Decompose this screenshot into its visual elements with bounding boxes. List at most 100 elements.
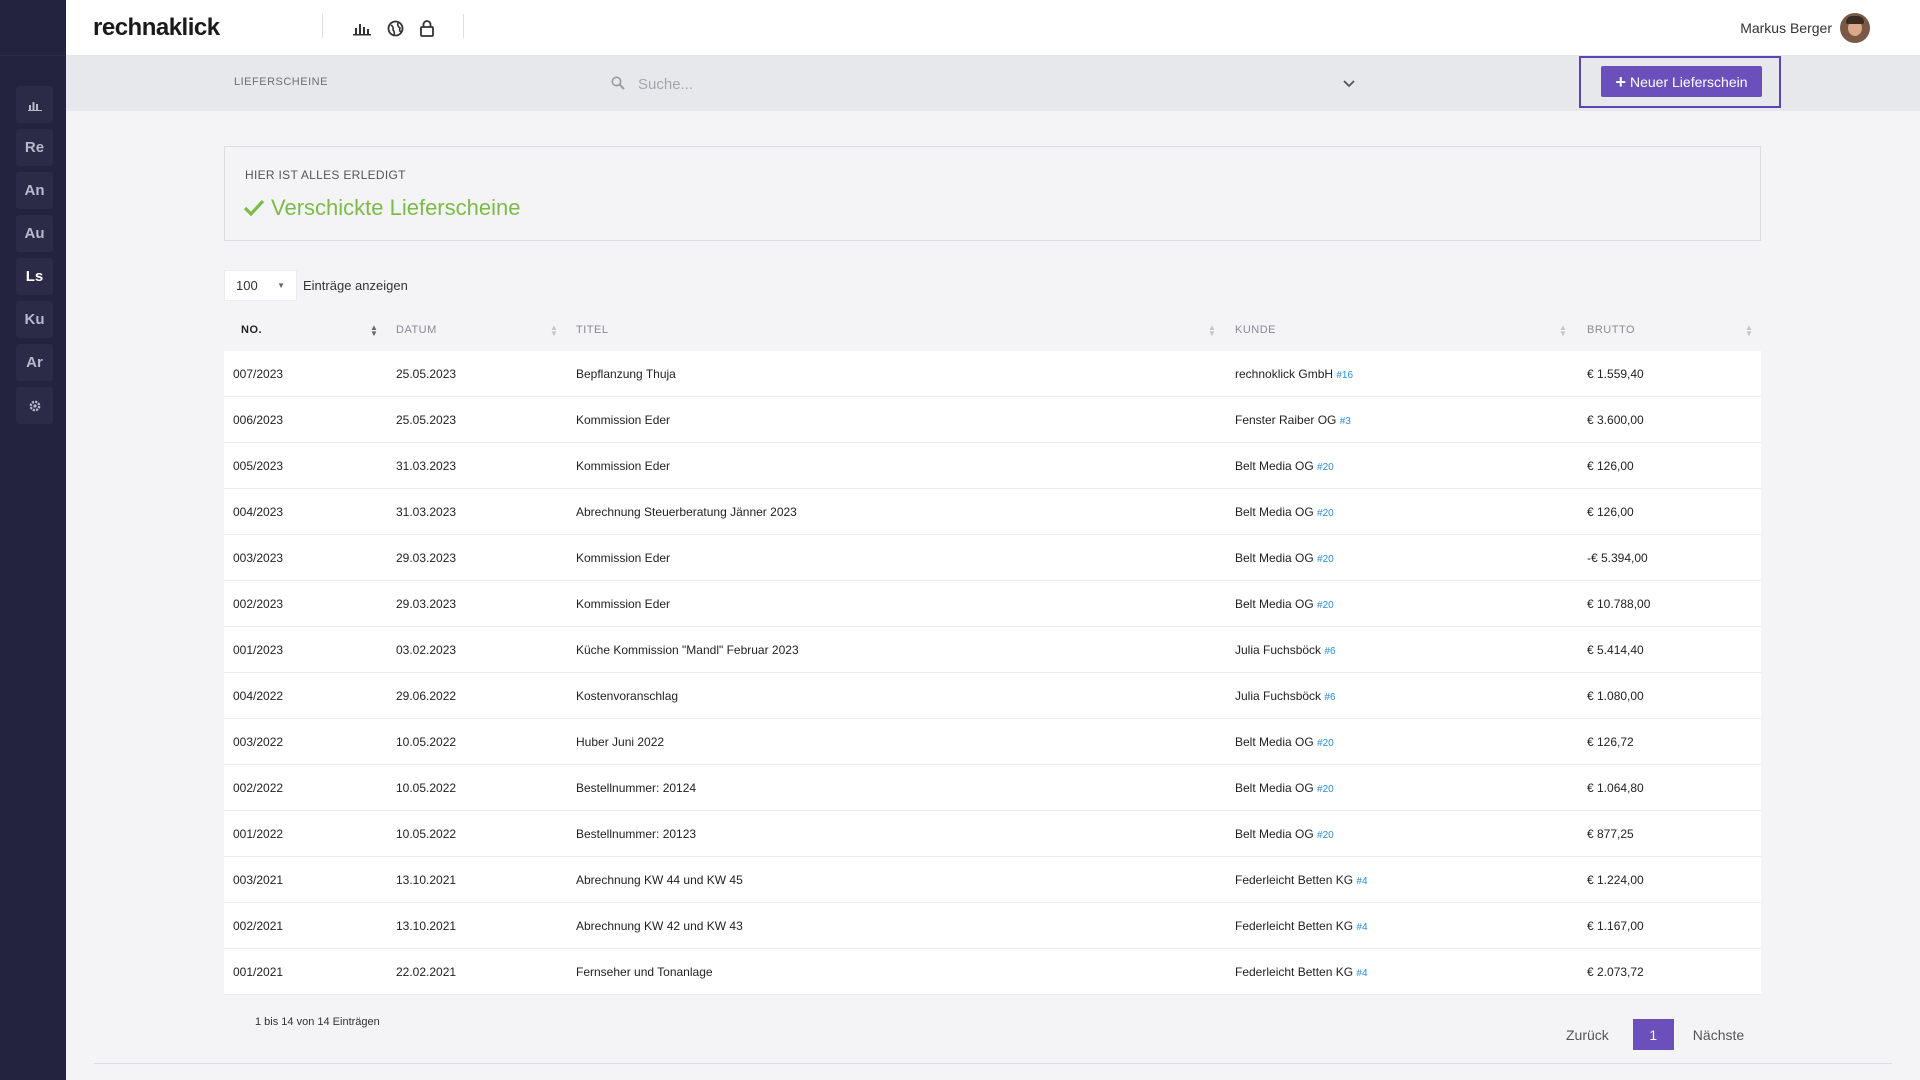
customer-id-link[interactable]: #20 bbox=[1317, 508, 1334, 519]
cell-brutto: € 1.080,00 bbox=[1587, 689, 1644, 703]
sort-icon[interactable]: ▲ ▼ bbox=[1559, 324, 1567, 338]
header-no[interactable]: NO. bbox=[241, 324, 262, 336]
cell-no: 001/2023 bbox=[233, 643, 283, 657]
cell-brutto: € 126,00 bbox=[1587, 505, 1634, 519]
cell-titel: Abrechnung KW 42 und KW 43 bbox=[576, 919, 743, 933]
rail-dashboard-chart-icon[interactable] bbox=[16, 86, 53, 123]
cell-titel-text: Huber Juni 2022 bbox=[576, 735, 665, 749]
user-name[interactable]: Markus Berger bbox=[1740, 20, 1832, 36]
table-row[interactable]: 005/2023 31.03.2023 Kommission Eder Belt Me… bbox=[224, 443, 1761, 489]
entries-label: Einträge anzeigen bbox=[303, 278, 408, 293]
customer-id-link[interactable]: #20 bbox=[1317, 600, 1334, 611]
cell-no-text: 004/2023 bbox=[233, 505, 284, 519]
sort-icon[interactable]: ▲ ▼ bbox=[370, 324, 378, 338]
customer-id-link[interactable]: #3 bbox=[1340, 416, 1351, 427]
cell-kunde-text: Federleicht Betten KG bbox=[1235, 873, 1354, 887]
rail-item-kunden[interactable]: Ku bbox=[16, 301, 53, 338]
cell-no: 003/2023 bbox=[233, 551, 283, 565]
cell-datum-text: 03.02.2023 bbox=[396, 643, 457, 657]
cell-kunde: Belt Media OG #20 bbox=[1235, 827, 1334, 841]
lock-icon[interactable] bbox=[416, 17, 438, 39]
cell-no: 004/2022 bbox=[233, 689, 283, 703]
globe-icon[interactable] bbox=[384, 17, 406, 39]
header-brutto[interactable]: BRUTTO bbox=[1587, 324, 1635, 336]
sort-icon[interactable]: ▲ ▼ bbox=[550, 324, 558, 338]
customer-id-link[interactable]: #16 bbox=[1336, 370, 1353, 381]
cell-no-text: 001/2023 bbox=[233, 643, 284, 657]
cell-brutto-text: € 1.080,00 bbox=[1587, 689, 1644, 703]
table-row[interactable]: 006/2023 25.05.2023 Kommission Eder Fenster… bbox=[224, 397, 1761, 443]
rail-item-auftraege[interactable]: Au bbox=[16, 215, 53, 252]
customer-id-link[interactable]: #6 bbox=[1324, 692, 1335, 703]
cell-brutto: € 126,72 bbox=[1587, 735, 1634, 749]
table-row[interactable]: 004/2022 29.06.2022 Kostenvoranschlag Julia… bbox=[224, 673, 1761, 719]
sort-icon[interactable]: ▲ ▼ bbox=[1208, 324, 1216, 338]
customer-id-link[interactable]: #4 bbox=[1356, 922, 1367, 933]
cell-no-text: 001/2022 bbox=[233, 827, 284, 841]
customer-id-link[interactable]: #20 bbox=[1317, 830, 1334, 841]
table-row[interactable]: 002/2022 10.05.2022 Bestellnummer: 20124 Be… bbox=[224, 765, 1761, 811]
rail-item-lieferscheine[interactable]: Ls bbox=[16, 258, 53, 295]
customer-id-link[interactable]: #20 bbox=[1317, 462, 1334, 473]
rail-item-angebote[interactable]: An bbox=[16, 172, 53, 209]
cell-datum-text: 10.05.2022 bbox=[396, 781, 457, 795]
table-row[interactable]: 003/2023 29.03.2023 Kommission Eder Belt Me… bbox=[224, 535, 1761, 581]
sort-icon[interactable]: ▲ ▼ bbox=[1745, 324, 1753, 338]
table-row[interactable]: 002/2023 29.03.2023 Kommission Eder Belt Me… bbox=[224, 581, 1761, 627]
customer-id-link[interactable]: #4 bbox=[1356, 876, 1367, 887]
new-delivery-note-button[interactable]: + Neuer Lieferschein bbox=[1601, 66, 1762, 97]
current-page-button[interactable]: 1 bbox=[1632, 1019, 1674, 1050]
table-row[interactable]: 004/2023 31.03.2023 Abrechnung Steuerberat… bbox=[224, 489, 1761, 535]
table-row[interactable]: 001/2021 22.02.2021 Fernseher und Tonanlag… bbox=[224, 949, 1761, 995]
customer-id-link[interactable]: #20 bbox=[1317, 784, 1334, 795]
cell-datum: 29.06.2022 bbox=[396, 689, 456, 703]
cell-brutto: € 5.414,40 bbox=[1587, 643, 1644, 657]
cell-datum-text: 31.03.2023 bbox=[396, 459, 457, 473]
customer-id-link[interactable]: #20 bbox=[1317, 554, 1334, 565]
prev-page-button[interactable]: Zurück bbox=[1566, 1027, 1609, 1043]
customer-id-link[interactable]: #6 bbox=[1324, 646, 1335, 657]
app-logo[interactable]: rechnaklick bbox=[93, 14, 220, 42]
cell-titel-text: Bestellnummer: 20123 bbox=[576, 827, 697, 841]
cell-datum-text: 13.10.2021 bbox=[396, 873, 457, 887]
entries-select[interactable]: 100 ▼ bbox=[224, 270, 297, 301]
status-title-text: Verschickte Lieferscheine bbox=[271, 195, 521, 220]
cell-kunde-text: Belt Media OG bbox=[1235, 505, 1314, 519]
table-row[interactable]: 003/2021 13.10.2021 Abrechnung KW 44 und K… bbox=[224, 857, 1761, 903]
header-kunde[interactable]: KUNDE bbox=[1235, 324, 1276, 336]
table-row[interactable]: 007/2023 25.05.2023 Bepflanzung Thuja rechn… bbox=[224, 351, 1761, 397]
customer-id-link[interactable]: #4 bbox=[1356, 968, 1367, 979]
search-input[interactable] bbox=[638, 70, 1338, 98]
avatar[interactable] bbox=[1840, 13, 1870, 43]
cell-datum: 29.03.2023 bbox=[396, 597, 456, 611]
header-datum[interactable]: DATUM bbox=[396, 324, 437, 336]
cell-no: 006/2023 bbox=[233, 413, 283, 427]
table-row[interactable]: 003/2022 10.05.2022 Huber Juni 2022 Belt Me… bbox=[224, 719, 1761, 765]
table-row[interactable]: 001/2023 03.02.2023 Küche Kommission "Mand… bbox=[224, 627, 1761, 673]
chevron-down-icon[interactable] bbox=[1342, 76, 1356, 94]
cell-datum: 13.10.2021 bbox=[396, 919, 456, 933]
header-titel[interactable]: TITEL bbox=[576, 324, 608, 336]
cell-datum-text: 25.05.2023 bbox=[396, 413, 457, 427]
customer-id-link[interactable]: #20 bbox=[1317, 738, 1334, 749]
rail-item-rechnungen[interactable]: Re bbox=[16, 129, 53, 166]
rail-settings-gear-icon[interactable] bbox=[16, 387, 53, 424]
cell-kunde-text: Belt Media OG bbox=[1235, 827, 1314, 841]
rail-item-artikel[interactable]: Ar bbox=[16, 344, 53, 381]
cell-titel-text: Bepflanzung Thuja bbox=[576, 367, 676, 381]
cell-titel-text: Küche Kommission "Mandl" Februar 2023 bbox=[576, 643, 799, 657]
pagination: Zurück 1 Nächste bbox=[1566, 1019, 1744, 1050]
chart-icon[interactable] bbox=[351, 17, 373, 39]
divider bbox=[94, 1063, 1892, 1064]
next-page-button[interactable]: Nächste bbox=[1693, 1027, 1744, 1043]
cell-brutto: -€ 5.394,00 bbox=[1587, 551, 1648, 565]
cell-titel-text: Fernseher und Tonanlage bbox=[576, 965, 713, 979]
table-row[interactable]: 001/2022 10.05.2022 Bestellnummer: 20123 Be… bbox=[224, 811, 1761, 857]
table-row[interactable]: 002/2021 13.10.2021 Abrechnung KW 42 und K… bbox=[224, 903, 1761, 949]
checkmark-icon bbox=[243, 199, 265, 217]
cell-titel: Huber Juni 2022 bbox=[576, 735, 664, 749]
cell-kunde: Belt Media OG #20 bbox=[1235, 551, 1334, 565]
cell-kunde-text: Julia Fuchsböck bbox=[1235, 689, 1322, 703]
cell-titel: Abrechnung KW 44 und KW 45 bbox=[576, 873, 743, 887]
cell-datum: 10.05.2022 bbox=[396, 735, 456, 749]
